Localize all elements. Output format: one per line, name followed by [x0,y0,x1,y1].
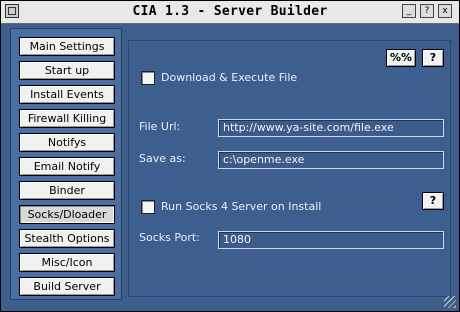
resize-grip[interactable] [444,296,456,308]
socks-port-label: Socks Port: [139,231,200,244]
socks-server-label: Run Socks 4 Server on Install [161,200,322,213]
download-execute-checkbox[interactable] [141,71,155,85]
sidebar-item-misc-icon[interactable]: Misc/Icon [19,253,115,272]
sidebar-item-email-notify[interactable]: Email Notify [19,157,115,176]
socks-dloader-panel: %% ? Download & Execute File File Url: h… [128,40,451,297]
server-builder-window: CIA 1.3 - Server Builder _ ? x Main Sett… [0,0,460,312]
sidebar-item-notifys[interactable]: Notifys [19,133,115,152]
sidebar-item-start-up[interactable]: Start up [19,61,115,80]
file-url-field[interactable]: http://www.ya-site.com/file.exe [218,119,444,137]
help-title-button[interactable]: ? [420,4,434,18]
socks-server-checkbox[interactable] [141,200,155,214]
sidebar-item-binder[interactable]: Binder [19,181,115,200]
socks-port-field[interactable]: 1080 [218,231,444,249]
sidebar-item-socks-dloader[interactable]: Socks/Dloader [19,205,115,224]
download-execute-label: Download & Execute File [161,71,298,84]
sidebar-item-install-events[interactable]: Install Events [19,85,115,104]
title-bar[interactable]: CIA 1.3 - Server Builder _ ? x [1,1,459,24]
window-title: CIA 1.3 - Server Builder [132,4,328,19]
save-as-label: Save as: [139,152,186,165]
minimize-button[interactable]: _ [402,4,416,18]
sidebar-item-firewall-killing[interactable]: Firewall Killing [19,109,115,128]
help-button[interactable]: ? [422,49,444,67]
file-url-label: File Url: [139,120,181,133]
sidebar-item-main-settings[interactable]: Main Settings [19,37,115,56]
sidebar-item-build-server[interactable]: Build Server [19,277,115,296]
socks-help-button[interactable]: ? [422,192,444,210]
close-button[interactable]: x [438,4,452,18]
save-as-field[interactable]: c:\openme.exe [218,151,444,169]
percent-button[interactable]: %% [386,49,416,67]
sidebar-item-stealth-options[interactable]: Stealth Options [19,229,115,248]
sidebar: Main Settings Start up Install Events Fi… [10,28,122,300]
